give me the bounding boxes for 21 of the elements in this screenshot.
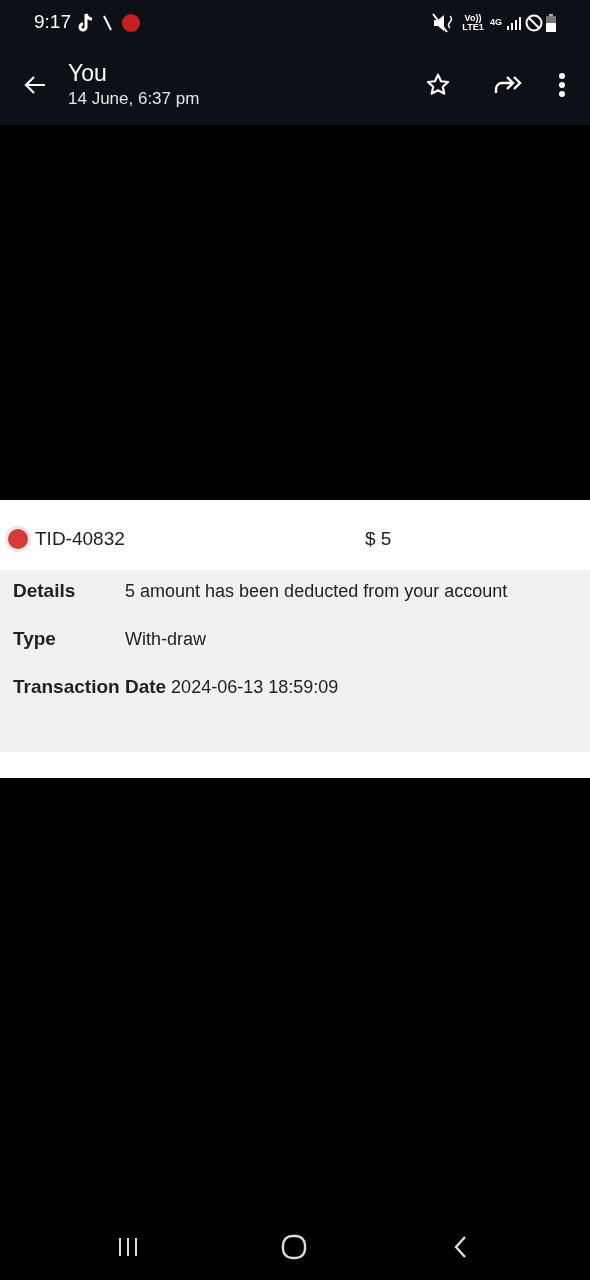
- more-icon: [558, 72, 566, 98]
- field-value: 2024-06-13 18:59:09: [171, 676, 339, 699]
- transaction-id: TID-40832: [35, 526, 126, 551]
- field-label: Type: [13, 627, 57, 651]
- field-value: 5 amount has been deducted from your account: [125, 580, 508, 603]
- field-label: Details: [13, 579, 77, 603]
- field-label: Transaction Date: [13, 675, 168, 699]
- app-badge-icon: [121, 12, 141, 33]
- field-value: With-draw: [125, 628, 206, 651]
- slash-icon: [103, 14, 113, 31]
- signal-icon: [506, 14, 522, 31]
- battery-icon: [546, 13, 556, 32]
- back-chevron-icon: [453, 1235, 467, 1259]
- network-type: 4G: [490, 15, 502, 29]
- blocked-icon: [525, 13, 543, 32]
- transaction-amount: $ 5: [365, 526, 392, 551]
- sender-name: You: [68, 59, 108, 87]
- message-date: 14 June, 6:37 pm: [68, 88, 200, 110]
- recent-apps-icon: [117, 1237, 139, 1257]
- status-time: 9:17: [34, 10, 71, 35]
- network-label: Vo)) LTE1: [461, 13, 485, 32]
